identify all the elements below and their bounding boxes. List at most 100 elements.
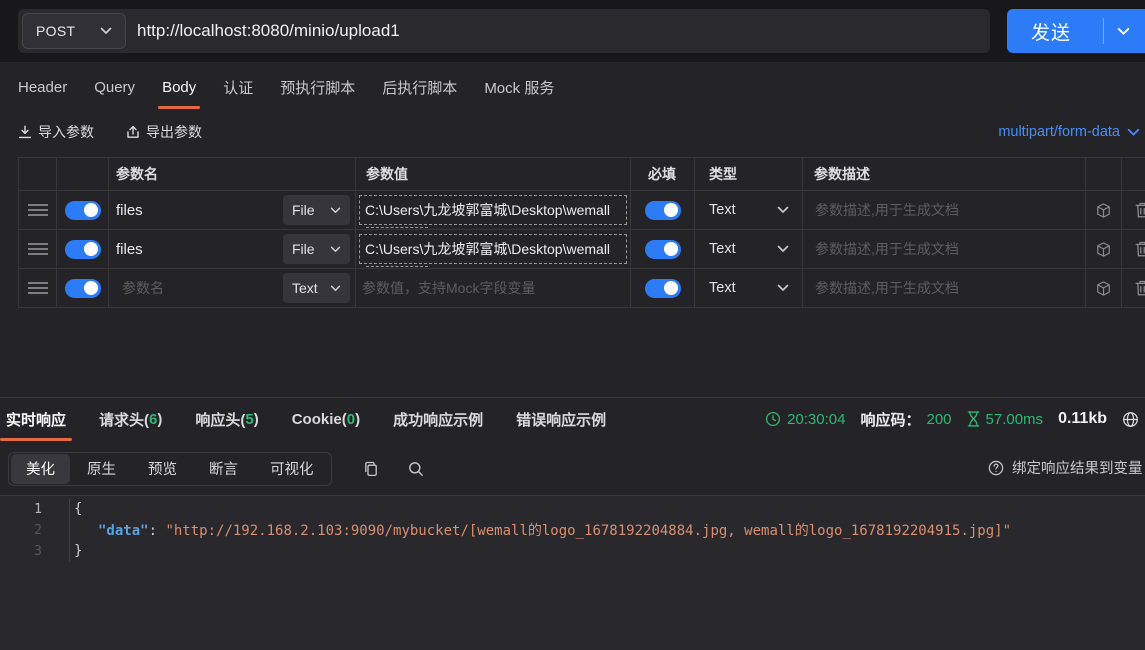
tab-cookie[interactable]: Cookie( 0 ) [286,398,366,441]
tab-count: 6 [149,410,158,428]
params-table-body: files File Text fi [19,191,1145,308]
globe-icon[interactable] [1122,411,1139,428]
param-row: files File Text [19,230,1145,269]
description-input[interactable] [803,191,1085,229]
chevron-down-icon [777,245,789,252]
tab-response-headers[interactable]: 响应头( 5 ) [189,398,264,441]
send-divider [1103,18,1105,44]
value-kind-label: File [292,241,315,257]
value-column-header: 参数值 [356,158,631,191]
enable-toggle[interactable] [64,278,101,298]
tab-pre-script[interactable]: 预执行脚本 [280,62,355,112]
enable-toggle[interactable] [64,200,101,220]
value-kind-select[interactable]: File [283,195,350,225]
data-model-icon[interactable] [1095,202,1112,219]
tab-success-example[interactable]: 成功响应示例 [387,398,489,441]
view-tab-raw[interactable]: 原生 [72,454,131,484]
response-view-bar: 美化 原生 预览 断言 可视化 绑定响应结果到变量 [8,451,1145,487]
copy-icon[interactable] [363,461,379,477]
file-overflow-indicator [366,227,428,228]
response-time-value: 20:30:04 [787,410,846,428]
view-action-icons [363,461,424,477]
enable-toggle[interactable] [64,239,101,259]
data-model-icon[interactable] [1095,280,1112,297]
required-toggle[interactable] [644,278,681,298]
line-content: } [74,543,83,559]
tab-mock-service[interactable]: Mock 服务 [484,62,554,112]
export-params-button[interactable]: 导出参数 [126,122,202,142]
data-model-icon[interactable] [1095,241,1112,258]
hourglass-icon [967,411,979,427]
chevron-down-icon [330,207,341,213]
send-button[interactable]: 发送 [1007,9,1145,53]
json-key: "data" [98,523,149,539]
description-input[interactable] [803,269,1085,307]
tab-request-headers[interactable]: 请求头( 6 ) [93,398,168,441]
export-params-label: 导出参数 [146,124,202,140]
response-meta: 20:30:04 响应码： 200 57.00ms 0.11kb [765,398,1139,441]
status-code-value: 200 [926,410,952,428]
param-name-input[interactable] [116,269,279,307]
drag-handle[interactable] [19,269,57,308]
name-column-header: 参数名 [109,158,356,191]
params-table-header: 参数名 参数值 必填 类型 参数描述 [19,158,1145,191]
import-params-button[interactable]: 导入参数 [18,122,94,142]
param-value-input[interactable] [356,269,630,307]
response-size: 0.11kb [1058,410,1107,427]
delete-row-icon[interactable] [1134,280,1145,296]
view-tab-group: 美化 原生 预览 断言 可视化 [8,451,332,486]
content-type-dropdown[interactable]: multipart/form-data [998,124,1140,140]
value-kind-select[interactable]: File [283,234,350,264]
search-icon[interactable] [408,461,424,477]
url-input[interactable]: http://localhost:8080/minio/upload1 [137,21,990,41]
code-line: 2 "data": "http://192.168.2.103:9090/myb… [0,519,1145,541]
type-label: Text [709,202,736,218]
tab-label: 错误响应示例 [516,411,607,429]
drag-handle-icon [27,209,48,211]
line-number: 2 [0,519,70,541]
delete-row-icon[interactable] [1134,202,1145,218]
chevron-down-icon [330,285,341,291]
description-input[interactable] [803,230,1085,268]
value-kind-select[interactable]: Text [283,273,350,303]
type-select[interactable]: Text [695,269,803,308]
drag-handle[interactable] [19,230,57,269]
content-type-label: multipart/form-data [998,124,1120,140]
view-tab-visualize[interactable]: 可视化 [255,454,329,484]
code-line: 3 } [0,540,1145,562]
code-line: 1 { [0,498,1145,520]
param-value-input[interactable] [359,195,627,225]
clock-icon [766,411,781,427]
method-dropdown[interactable]: POST [22,13,126,49]
view-tab-assert[interactable]: 断言 [194,454,253,484]
delete-row-icon[interactable] [1134,241,1145,257]
view-tab-preview[interactable]: 预览 [133,454,192,484]
tab-realtime-response[interactable]: 实时响应 [0,398,73,441]
type-select[interactable]: Text [695,230,803,269]
tab-auth[interactable]: 认证 [223,62,253,112]
tab-header[interactable]: Header [18,62,67,112]
required-toggle[interactable] [644,239,681,259]
response-body-viewer[interactable]: 1 { 2 "data": "http://192.168.2.103:9090… [0,494,1145,650]
chevron-down-icon[interactable] [1117,27,1130,36]
tab-body[interactable]: Body [158,62,201,112]
tab-label: Cookie( [291,410,347,428]
view-tab-beautify[interactable]: 美化 [11,453,70,484]
tab-post-script[interactable]: 后执行脚本 [382,62,457,112]
param-name[interactable]: files [116,202,143,219]
tab-query[interactable]: Query [94,62,135,112]
param-value-input[interactable] [359,234,627,264]
drag-handle-icon [27,287,48,289]
drag-handle[interactable] [19,191,57,230]
json-string-value: "http://192.168.2.103:9090/mybucket/[wem… [165,523,1012,539]
param-name[interactable]: files [116,241,143,258]
question-circle-icon [988,460,1004,475]
response-duration: 57.00ms [967,411,1043,428]
tab-error-example[interactable]: 错误响应示例 [510,398,612,441]
required-toggle[interactable] [644,200,681,220]
line-content: "data": "http://192.168.2.103:9090/mybuc… [70,520,1011,540]
tab-label: 成功响应示例 [393,411,484,429]
bind-response-to-variable[interactable]: 绑定响应结果到变量 [988,451,1143,485]
type-select[interactable]: Text [695,191,803,230]
